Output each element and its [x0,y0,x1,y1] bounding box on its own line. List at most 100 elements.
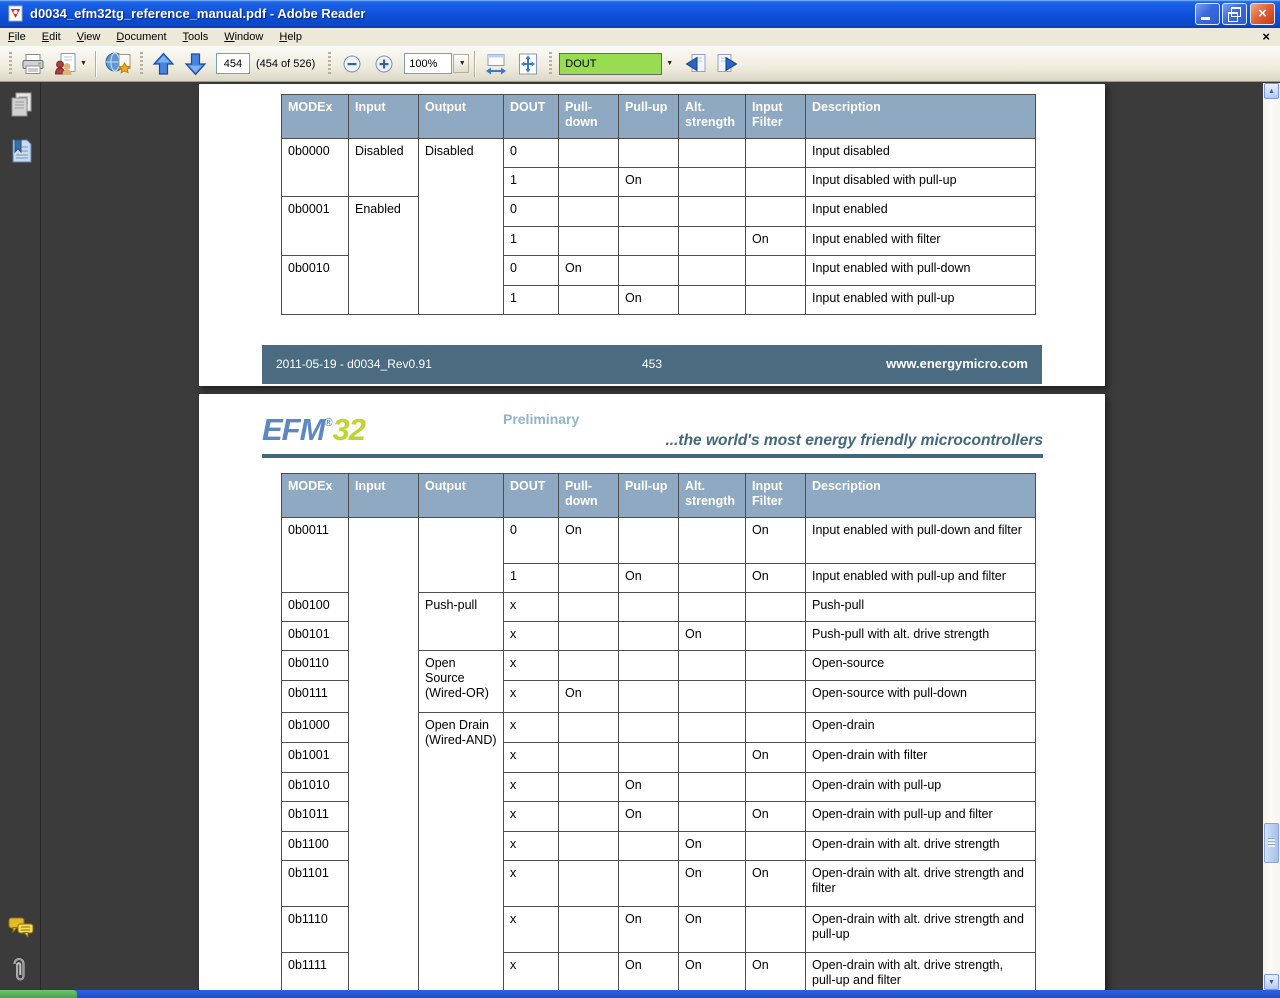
table-cell: On [745,860,806,907]
close-document-icon[interactable]: × [1262,29,1270,45]
table-cell: 0b0111 [281,680,349,713]
acrobat-com-button[interactable] [102,49,134,79]
zoom-out-button[interactable] [337,49,367,79]
chevron-down-icon: ▼ [458,60,466,67]
table-cell: On [558,255,619,286]
table-cell: x [503,712,559,743]
table-cell [558,196,619,227]
table-cell [558,563,619,593]
comments-panel-icon[interactable] [7,915,35,943]
find-next-icon [717,53,738,72]
zoom-dropdown-button[interactable]: ▼ [453,54,470,73]
menu-view[interactable]: View [69,29,109,45]
table-row: 0b0001 Enabled 0 Input enabled [281,196,1036,315]
print-button[interactable] [18,49,48,79]
table-cell [678,138,746,168]
find-dropdown-caret[interactable]: ▼ [666,60,673,67]
printer-icon [22,53,44,74]
zoom-in-button[interactable] [369,49,399,79]
menu-window[interactable]: Window [216,29,271,45]
table-cell [558,285,619,315]
next-page-button[interactable] [181,49,211,79]
table-cell [558,742,619,773]
table-cell: x [503,680,559,713]
close-button[interactable]: × [1250,3,1275,25]
table-cell: 0b0000 [281,138,349,197]
scroll-down-button[interactable]: ▼ [1264,974,1279,990]
page-number-input[interactable] [215,53,250,74]
table-cell [618,680,679,713]
column-header: MODEx [281,94,349,139]
table-row: 0b0000 Disabled Disabled 0 Input disabled [281,138,1036,315]
bookmarks-panel-icon[interactable] [7,137,35,165]
menu-document[interactable]: Document [108,29,174,45]
table-cell [745,772,806,802]
table-cell: Push-pull [805,592,1036,622]
table-cell: x [503,621,559,651]
table-cell [678,517,746,564]
table-cell: Push-pull [418,592,504,651]
toolbar-grip [549,51,553,76]
table-cell: 0b1100 [281,831,349,861]
previous-page-button[interactable] [149,49,179,79]
table-cell: 1 [503,285,559,315]
pdf-page-454: EFM®32 Preliminary ...the world's most e… [199,394,1105,990]
table-cell: On [618,906,679,953]
column-header: DOUT [503,94,559,139]
table-cell: x [503,801,559,832]
find-previous-icon [685,53,706,72]
fit-width-button[interactable] [481,49,511,79]
table-cell [558,592,619,622]
menu-file[interactable]: File [0,29,34,45]
table-cell: On [745,952,806,990]
table-cell: On [678,860,746,907]
table-cell [558,138,619,168]
table-cell [618,860,679,907]
vertical-scrollbar[interactable]: ▲ ▼ [1263,83,1280,990]
menu-edit[interactable]: Edit [34,29,69,45]
restore-button[interactable] [1222,3,1247,25]
table-cell [678,563,746,593]
start-button-edge[interactable] [0,990,77,998]
page-count-label: (454 of 526) [255,57,316,70]
pages-panel-icon[interactable] [7,91,35,119]
table-cell: Input enabled with pull-down [805,255,1036,286]
document-area: MODEx Input Output DOUT Pull-down Pull-up Alt.… [0,83,1280,990]
table-cell [745,196,806,227]
column-header: Input Filter [745,473,806,518]
table-cell: x [503,906,559,953]
attachments-panel-icon[interactable] [7,955,35,983]
find-input[interactable] [559,52,663,75]
zoom-out-icon [343,55,361,72]
table-cell [745,650,806,681]
zoom-level-input[interactable] [404,53,453,74]
table-cell: On [618,285,679,315]
find-next-button[interactable] [712,49,742,79]
column-header: Alt. strength [678,94,746,139]
menu-tools[interactable]: Tools [175,29,217,45]
table-cell: Input enabled [805,196,1036,227]
table-cell: Open-drain with alt. drive strength [805,831,1036,861]
table-cell: Open Source (Wired-OR) [418,650,504,713]
table-cell [618,712,679,743]
table-cell [618,592,679,622]
toolbar-separator [94,50,96,77]
table-cell [678,712,746,743]
pdf-file-icon [7,5,24,22]
table-cell: x [503,592,559,622]
scrollbar-thumb[interactable] [1264,823,1279,863]
zoom-in-icon [375,55,393,72]
table-cell [678,650,746,681]
table-cell: Open-drain with pull-up [805,772,1036,802]
find-previous-button[interactable] [680,49,710,79]
scroll-up-button[interactable]: ▲ [1264,83,1279,99]
table-cell [745,167,806,197]
windows-taskbar-edge[interactable] [0,990,1280,998]
menu-help[interactable]: Help [271,29,310,45]
minimize-button[interactable] [1195,3,1220,25]
collaborate-button[interactable]: ▼ [50,49,89,79]
table-cell: 0 [503,255,559,286]
fit-page-button[interactable] [513,49,543,79]
table-cell [618,831,679,861]
table-cell [678,285,746,315]
